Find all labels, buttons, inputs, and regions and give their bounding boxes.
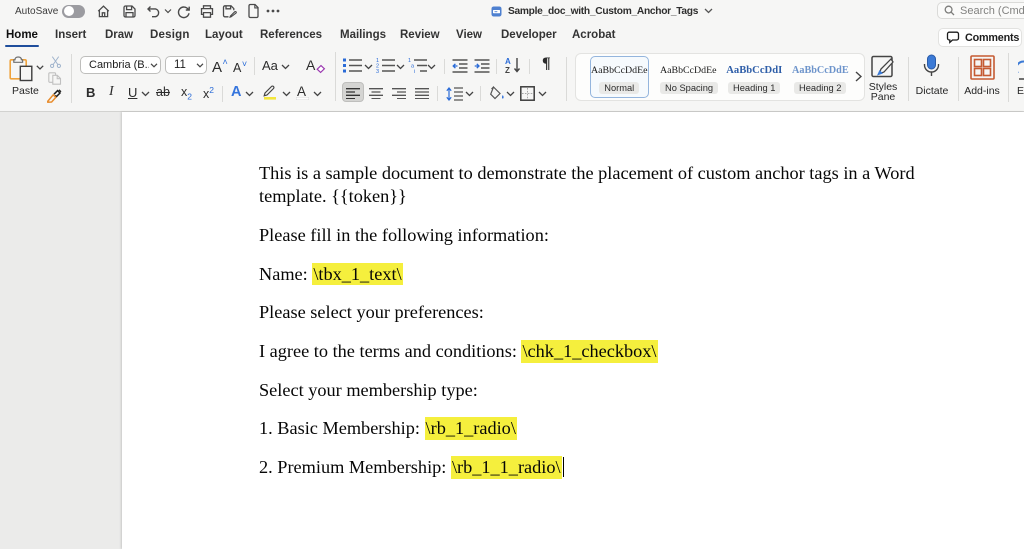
- svg-text:3: 3: [376, 69, 379, 73]
- svg-text:Z: Z: [505, 66, 510, 74]
- svg-text:i: i: [414, 69, 415, 73]
- svg-text:A: A: [505, 57, 511, 66]
